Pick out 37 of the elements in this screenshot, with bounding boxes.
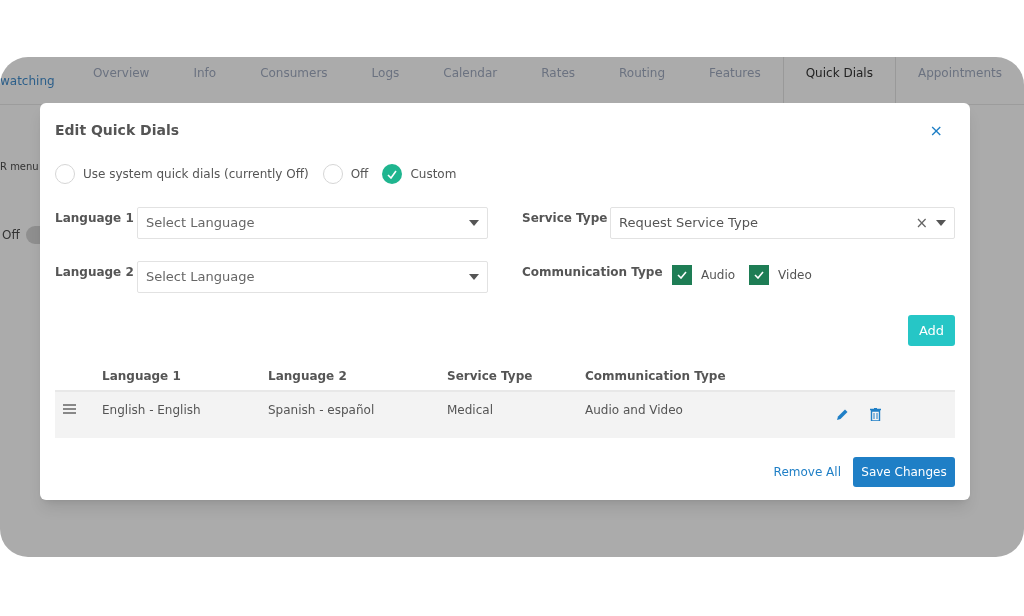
table-cell-text: Audio and Video [585,402,684,419]
service-type-select[interactable]: Request Service Type × [610,207,955,239]
checkbox-option[interactable]: Video [749,265,812,285]
dialog-title: Edit Quick Dials [55,121,180,140]
radio-option[interactable]: Off [322,164,369,184]
menu-text: R menu [0,160,39,174]
close-button[interactable]: × [929,122,955,139]
checkbox-option[interactable]: Audio [672,265,736,285]
language-select[interactable]: Select Language [137,207,488,239]
table-cell-text: Spanish - español [268,402,376,419]
radio-option[interactable]: Use system quick dials (currently Off) [55,164,309,184]
check-icon [387,169,398,179]
table-cell-text: Medical [447,402,494,419]
toggle-label: Off [2,227,20,244]
check-icon [754,271,765,279]
header-link[interactable]: watching [0,72,71,104]
field-label: Language 1 [55,210,135,227]
column-header: Language 1 [102,368,182,385]
caret-icon [469,274,479,280]
field-label: Service Type [522,210,609,227]
table-cell-text: English - English [102,402,202,419]
column-header: Communication Type [585,368,727,385]
field-label: Language 2 [55,264,135,281]
column-header: Service Type [447,368,534,385]
pencil-icon[interactable] [836,408,849,421]
save-changes-button[interactable]: Save Changes [853,457,955,487]
caret-icon [936,220,946,226]
language-select[interactable]: Select Language [137,261,488,293]
remove-all-link[interactable]: Remove All [773,463,841,481]
clear-button[interactable]: × [915,215,928,231]
radio-option[interactable]: Custom [382,164,457,184]
trash-icon[interactable] [870,408,881,421]
column-header: Language 2 [268,368,348,385]
field-label: Communication Type [522,264,664,281]
drag-handle-icon[interactable] [63,404,76,414]
check-icon [677,271,687,279]
caret-icon [469,220,479,226]
